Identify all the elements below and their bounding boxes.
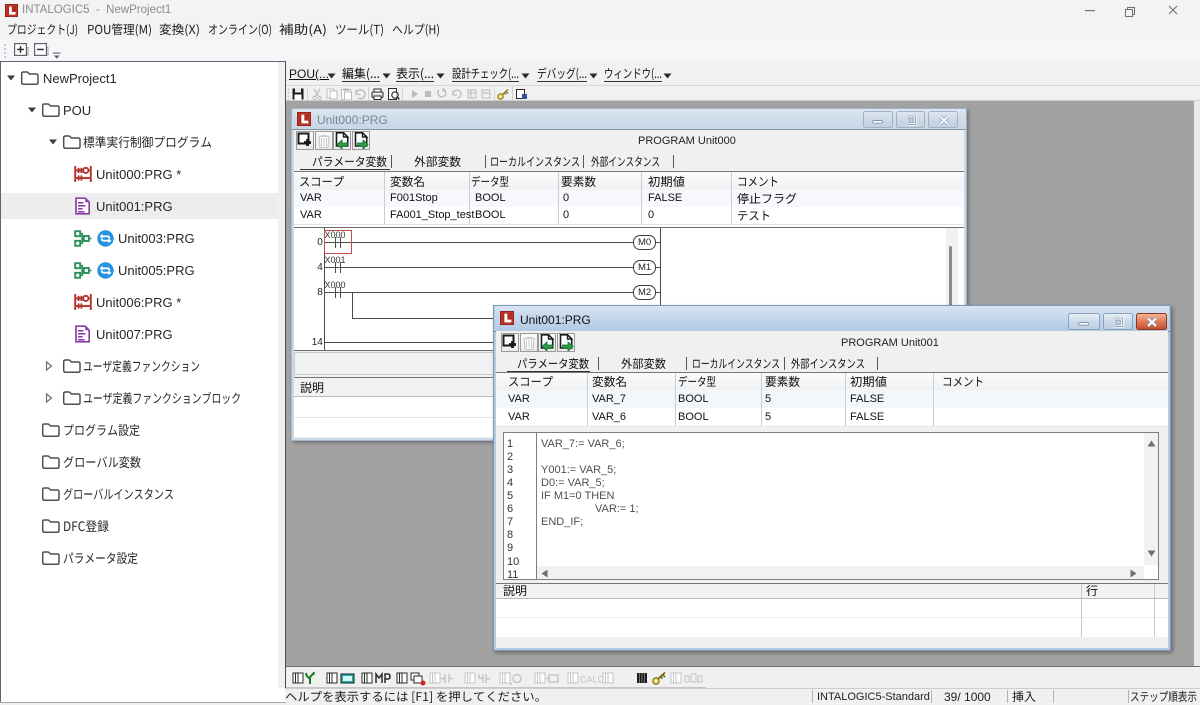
svg-text:CALC: CALC <box>580 675 605 685</box>
